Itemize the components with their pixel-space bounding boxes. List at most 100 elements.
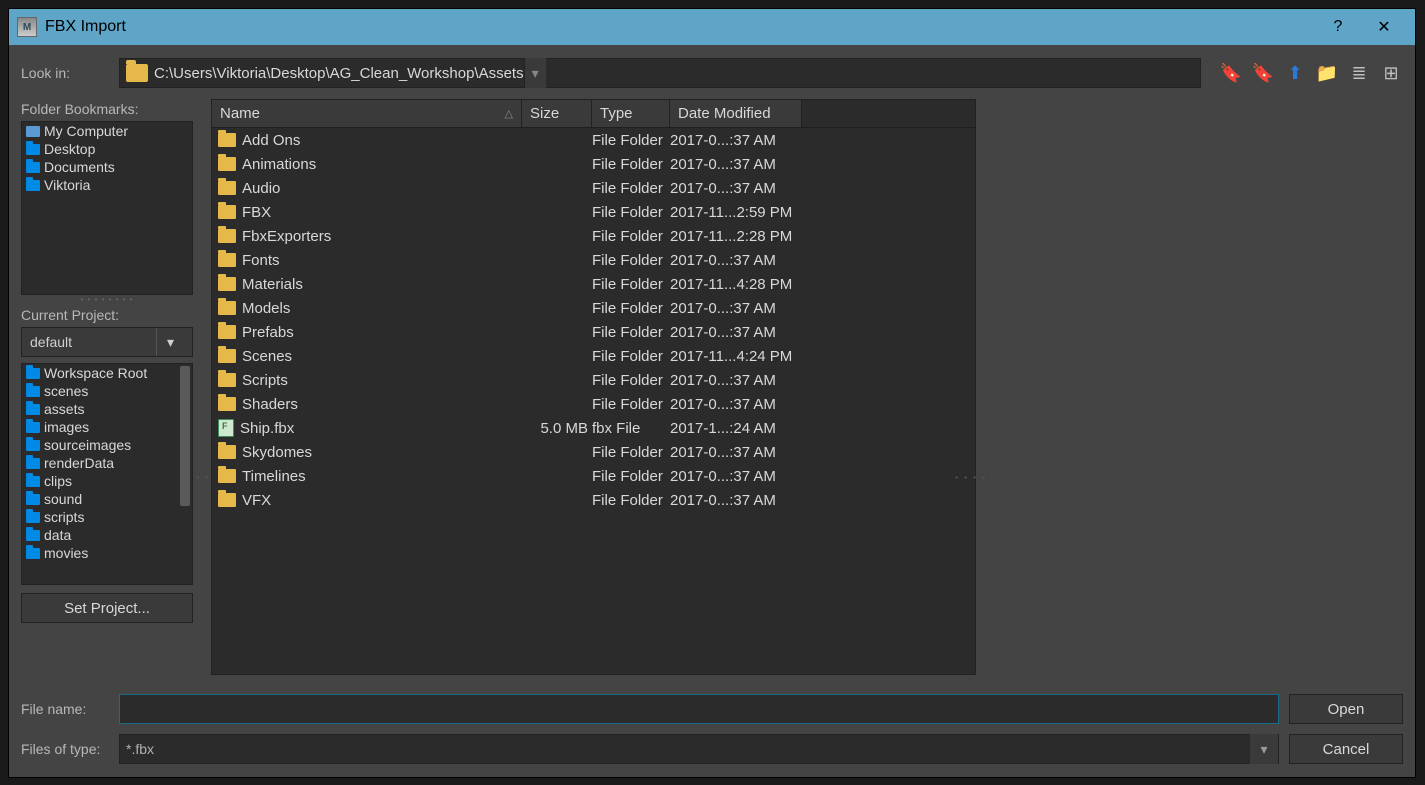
workspace-item[interactable]: scripts	[22, 508, 192, 526]
folder-icon	[218, 493, 236, 507]
bookmark-item[interactable]: Desktop	[22, 140, 192, 158]
file-type: File Folder	[592, 444, 670, 461]
file-type: File Folder	[592, 252, 670, 269]
file-date: 2017-1...:24 AM	[670, 420, 975, 437]
workspace-item[interactable]: sound	[22, 490, 192, 508]
workspace-item[interactable]: scenes	[22, 382, 192, 400]
file-name: Fonts	[242, 252, 280, 269]
file-date: 2017-11...4:24 PM	[670, 348, 975, 365]
folder-icon	[218, 157, 236, 171]
workspace-item[interactable]: images	[22, 418, 192, 436]
list-view-icon[interactable]: ≣	[1347, 61, 1371, 85]
bookmark-item[interactable]: My Computer	[22, 122, 192, 140]
folder-icon	[26, 476, 40, 487]
file-name: Models	[242, 300, 290, 317]
detail-view-icon[interactable]: ⊞	[1379, 61, 1403, 85]
file-date: 2017-0...:37 AM	[670, 156, 975, 173]
workspace-item[interactable]: Workspace Root	[22, 364, 192, 382]
bookmark-label: Desktop	[44, 141, 95, 157]
help-button[interactable]: ?	[1315, 12, 1361, 42]
maya-app-icon: M	[17, 17, 37, 37]
filetype-label: Files of type:	[21, 741, 109, 757]
file-row[interactable]: PrefabsFile Folder2017-0...:37 AM	[212, 320, 975, 344]
lookin-label: Look in:	[21, 65, 109, 81]
file-name: Prefabs	[242, 324, 294, 341]
path-input[interactable]: C:\Users\Viktoria\Desktop\AG_Clean_Works…	[119, 58, 1201, 88]
splitter-right[interactable]: ••••	[976, 99, 988, 675]
file-row[interactable]: TimelinesFile Folder2017-0...:37 AM	[212, 464, 975, 488]
file-row[interactable]: AnimationsFile Folder2017-0...:37 AM	[212, 152, 975, 176]
workspace-label: movies	[44, 545, 88, 561]
col-size[interactable]: Size	[522, 100, 592, 127]
workspace-label: sourceimages	[44, 437, 131, 453]
file-date: 2017-0...:37 AM	[670, 300, 975, 317]
file-row[interactable]: ShadersFile Folder2017-0...:37 AM	[212, 392, 975, 416]
file-row[interactable]: AudioFile Folder2017-0...:37 AM	[212, 176, 975, 200]
file-type: File Folder	[592, 228, 670, 245]
project-select[interactable]: default ▾	[21, 327, 193, 357]
file-date: 2017-0...:37 AM	[670, 372, 975, 389]
file-row[interactable]: FBXFile Folder2017-11...2:59 PM	[212, 200, 975, 224]
window-title: FBX Import	[45, 18, 126, 36]
workspace-item[interactable]: data	[22, 526, 192, 544]
open-button[interactable]: Open	[1289, 694, 1403, 724]
folder-icon	[26, 548, 40, 559]
path-dropdown[interactable]: ▾	[524, 58, 546, 88]
bookmark-add-icon[interactable]: 🔖	[1219, 61, 1243, 85]
workspace-item[interactable]: renderData	[22, 454, 192, 472]
folder-icon	[26, 162, 40, 173]
new-folder-icon[interactable]: 📁	[1315, 61, 1339, 85]
fbx-file-icon	[218, 419, 234, 437]
bookmarks-label: Folder Bookmarks:	[21, 99, 193, 121]
file-row[interactable]: ScenesFile Folder2017-11...4:24 PM	[212, 344, 975, 368]
file-row[interactable]: VFXFile Folder2017-0...:37 AM	[212, 488, 975, 512]
file-row[interactable]: ModelsFile Folder2017-0...:37 AM	[212, 296, 975, 320]
folder-icon	[218, 469, 236, 483]
bookmark-item[interactable]: Viktoria	[22, 176, 192, 194]
file-row[interactable]: Ship.fbx5.0 MBfbx File2017-1...:24 AM	[212, 416, 975, 440]
workspace-item[interactable]: sourceimages	[22, 436, 192, 454]
file-date: 2017-0...:37 AM	[670, 180, 975, 197]
workspace-item[interactable]: assets	[22, 400, 192, 418]
file-row[interactable]: FbxExportersFile Folder2017-11...2:28 PM	[212, 224, 975, 248]
cancel-button[interactable]: Cancel	[1289, 734, 1403, 764]
workspace-item[interactable]: movies	[22, 544, 192, 562]
col-date[interactable]: Date Modified	[670, 100, 802, 127]
file-row[interactable]: MaterialsFile Folder2017-11...4:28 PM	[212, 272, 975, 296]
close-button[interactable]: ✕	[1361, 12, 1407, 42]
workspace-item[interactable]: clips	[22, 472, 192, 490]
path-text: C:\Users\Viktoria\Desktop\AG_Clean_Works…	[154, 65, 524, 82]
folder-icon	[26, 440, 40, 451]
workspace-label: data	[44, 527, 71, 543]
file-type: File Folder	[592, 468, 670, 485]
file-row[interactable]: FontsFile Folder2017-0...:37 AM	[212, 248, 975, 272]
folder-icon	[218, 133, 236, 147]
bookmark-icon[interactable]: 🔖	[1251, 61, 1275, 85]
set-project-button[interactable]: Set Project...	[21, 593, 193, 623]
file-name: Timelines	[242, 468, 306, 485]
folder-icon	[26, 404, 40, 415]
file-date: 2017-11...4:28 PM	[670, 276, 975, 293]
file-row[interactable]: ScriptsFile Folder2017-0...:37 AM	[212, 368, 975, 392]
up-icon[interactable]: ⬆	[1283, 61, 1307, 85]
folder-icon	[218, 253, 236, 267]
filetype-select[interactable]: *.fbx ▾	[119, 734, 1279, 764]
resize-handle[interactable]: • • • • • • • •	[21, 295, 193, 301]
splitter-left[interactable]: ••••	[199, 99, 211, 675]
project-value: default	[30, 334, 72, 350]
file-date: 2017-11...2:28 PM	[670, 228, 975, 245]
file-name: VFX	[242, 492, 271, 509]
bookmark-label: Documents	[44, 159, 115, 175]
file-row[interactable]: Add OnsFile Folder2017-0...:37 AM	[212, 128, 975, 152]
scrollbar[interactable]	[180, 366, 190, 582]
col-name[interactable]: Name△	[212, 100, 522, 127]
file-type: File Folder	[592, 396, 670, 413]
file-row[interactable]: SkydomesFile Folder2017-0...:37 AM	[212, 440, 975, 464]
folder-icon	[26, 144, 40, 155]
col-type[interactable]: Type	[592, 100, 670, 127]
file-date: 2017-0...:37 AM	[670, 492, 975, 509]
filename-input[interactable]	[119, 694, 1279, 724]
file-type: File Folder	[592, 348, 670, 365]
bookmark-item[interactable]: Documents	[22, 158, 192, 176]
file-date: 2017-0...:37 AM	[670, 396, 975, 413]
